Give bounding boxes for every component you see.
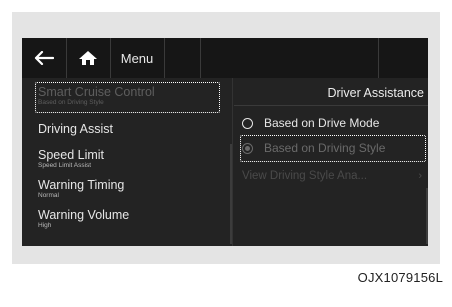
menu-button[interactable]: Menu [110,38,165,78]
list-item-label: Smart Cruise Control [38,85,155,99]
list-item-label: Speed Limit [38,148,105,162]
settings-list: Smart Cruise Control Based on Driving St… [22,78,230,246]
view-driving-style-link[interactable]: View Driving Style Ana... › [242,170,422,182]
topbar-slot [164,38,201,78]
radio-selected-icon [242,142,253,154]
option-label: Based on Driving Style [264,141,386,155]
list-item-warning-volume[interactable]: Warning Volume High [38,208,129,230]
option-based-on-drive-mode[interactable]: Based on Drive Mode [242,116,379,130]
menu-label: Menu [120,50,154,66]
left-scrollbar[interactable] [230,144,232,244]
divider [234,105,428,106]
top-bar: Menu [22,38,428,78]
home-button[interactable] [66,38,111,78]
list-item-sublabel: Based on Driving Style [38,99,104,106]
list-item-label: Driving Assist [38,122,114,136]
pane-title: Driver Assistance [327,86,424,100]
option-label: Based on Drive Mode [264,116,380,130]
back-button[interactable] [22,38,67,78]
list-item-speed-limit[interactable]: Speed Limit Speed Limit Assist [38,148,104,170]
option-based-on-driving-style[interactable]: Based on Driving Style [242,141,385,155]
infotainment-screen: Menu Smart Cruise Control Based on Drivi… [22,38,428,246]
arrow-left-icon [34,51,54,65]
list-item-driving-assist[interactable]: Driving Assist [38,122,113,136]
pane-divider [232,78,233,246]
list-item-sublabel: Normal [38,192,59,199]
list-item-sublabel: Speed Limit Assist [38,162,92,169]
list-item-label: Warning Timing [38,178,125,192]
radio-unselected-icon [242,117,253,129]
list-item-smart-cruise-control[interactable]: Smart Cruise Control Based on Driving St… [38,85,155,107]
list-item-label: Warning Volume [38,208,130,222]
list-item-warning-timing[interactable]: Warning Timing Normal [38,178,124,200]
figure-code: OJX1079156L [357,270,443,285]
list-item-sublabel: High [38,222,52,229]
options-pane: Driver Assistance Based on Drive Mode Ba… [234,78,428,246]
home-icon [79,51,97,65]
chevron-right-icon: › [418,170,422,182]
link-label: View Driving Style Ana... [242,170,368,182]
topbar-slot [378,38,428,78]
right-scrollbar[interactable] [426,188,428,244]
